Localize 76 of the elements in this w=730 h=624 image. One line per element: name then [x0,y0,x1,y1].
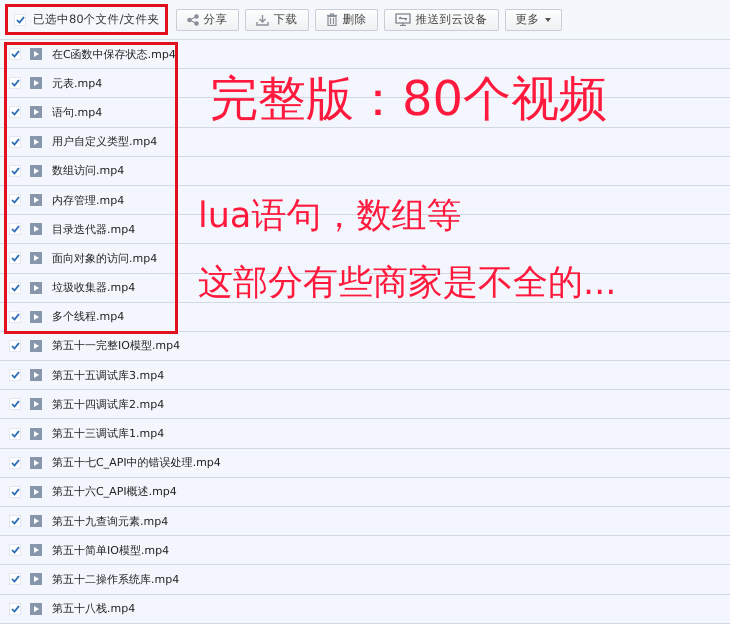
video-file-icon [30,398,42,410]
file-name[interactable]: 第五十七C_API中的错误处理.mp4 [52,455,221,470]
trash-icon [326,13,338,26]
checkbox[interactable] [9,77,21,90]
video-file-icon [30,77,42,90]
video-file-icon [30,106,42,118]
video-file-icon [30,456,42,469]
download-icon [256,14,269,26]
checkbox[interactable] [9,428,21,440]
checkbox[interactable] [9,544,21,556]
file-name[interactable]: 内存管理.mp4 [52,192,124,208]
file-name[interactable]: 元表.mp4 [52,76,102,91]
video-file-icon [30,369,42,382]
more-button[interactable]: 更多 [504,8,562,30]
file-name[interactable]: 第五十四调试库2.mp4 [52,396,164,412]
file-name[interactable]: 多个线程.mp4 [52,309,124,324]
annotation-note: lua语句，数组等 [198,199,462,234]
checkbox[interactable] [9,602,21,615]
share-button[interactable]: 分享 [176,8,239,30]
checkbox[interactable] [9,398,21,410]
video-file-icon [30,340,42,352]
checkbox[interactable] [9,106,21,118]
video-file-icon [30,136,42,148]
checkbox[interactable] [9,282,21,294]
video-file-icon [30,310,42,323]
file-name[interactable]: 第五十简单IO模型.mp4 [52,542,170,558]
checkbox[interactable] [9,310,21,323]
checkbox[interactable] [9,340,21,352]
selection-count: 已选中80个文件/文件夹 [33,12,160,27]
video-file-icon [30,223,42,236]
monitor-icon [394,13,411,26]
video-file-icon [30,252,42,264]
file-name[interactable]: 用户自定义类型.mp4 [52,134,158,150]
checkbox[interactable] [9,573,21,586]
video-file-icon [30,282,42,294]
checkbox[interactable] [9,369,21,382]
select-all-control[interactable]: 已选中80个文件/文件夹 [5,4,168,35]
video-file-icon [30,573,42,586]
checkbox[interactable] [9,515,21,528]
file-name[interactable]: 在C函数中保存状态.mp4 [52,46,176,62]
file-name[interactable]: 第五十八栈.mp4 [52,601,136,616]
video-file-icon [30,544,42,556]
delete-button[interactable]: 删除 [314,8,378,30]
push-button[interactable]: 推送到云设备 [384,8,499,30]
download-button[interactable]: 下载 [244,8,309,30]
file-name[interactable]: 第五十三调试库1.mp4 [52,426,164,442]
file-name[interactable]: 垃圾收集器.mp4 [52,280,136,296]
checkbox[interactable] [9,136,21,148]
checkbox[interactable] [9,48,21,60]
video-file-icon [30,602,42,615]
share-icon [186,14,199,26]
video-file-icon [30,194,42,206]
checkbox[interactable] [9,194,21,206]
annotation-note: 这部分有些商家是不全的... [198,266,616,301]
caret-icon [544,18,551,22]
file-name[interactable]: 数组访问.mp4 [52,163,124,178]
file-name[interactable]: 目录迭代器.mp4 [52,222,136,237]
video-file-icon [30,48,42,60]
file-name[interactable]: 第五十二操作系统库.mp4 [52,572,180,587]
checkbox[interactable] [9,486,21,498]
file-name[interactable]: 语句.mp4 [52,104,102,120]
file-name[interactable]: 面向对象的访问.mp4 [52,250,158,266]
video-file-icon [30,515,42,528]
checkbox[interactable] [14,14,26,26]
file-name[interactable]: 第五十五调试库3.mp4 [52,368,164,383]
checkbox[interactable] [9,223,21,236]
video-file-icon [30,428,42,440]
video-file-icon [30,164,42,177]
checkbox[interactable] [9,252,21,264]
checkbox[interactable] [9,164,21,177]
annotation-title: 完整版：80个视频 [210,75,608,123]
file-name[interactable]: 第五十九查询元素.mp4 [52,514,168,529]
file-name[interactable]: 第五十六C_API概述.mp4 [52,484,177,500]
file-name[interactable]: 第五十一完整IO模型.mp4 [52,338,180,354]
checkbox[interactable] [9,456,21,469]
video-file-icon [30,486,42,498]
